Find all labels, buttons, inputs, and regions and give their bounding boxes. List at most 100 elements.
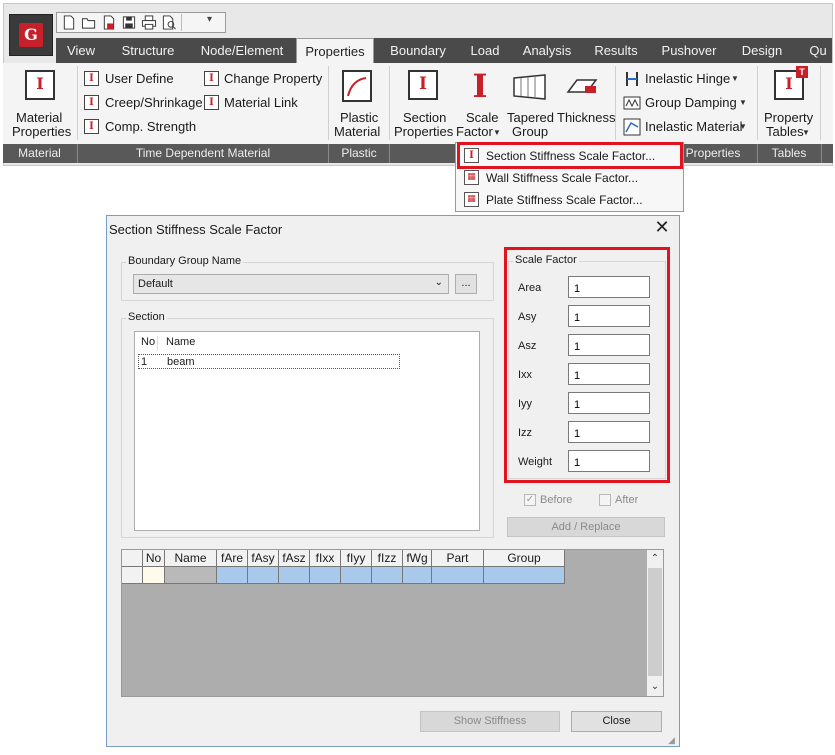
grid-cell-group[interactable] <box>484 567 565 584</box>
add-replace-button[interactable]: Add / Replace <box>507 517 665 537</box>
menu-item-label: Plate Stiffness Scale Factor... <box>486 193 643 207</box>
open-recent-icon[interactable] <box>101 15 117 30</box>
property-tables-button[interactable]: I T Property Tables ▼ <box>762 66 818 140</box>
tab-structure[interactable]: Structure <box>108 38 188 63</box>
scale-factor-dropdown-icon: ▼ <box>493 128 501 137</box>
grid-header-fizz: fIzz <box>372 550 403 567</box>
grid-cell-fwg[interactable] <box>403 567 432 584</box>
grid-cell-fiyy[interactable] <box>341 567 372 584</box>
print-preview-icon[interactable] <box>161 15 177 30</box>
tapered-group-button[interactable]: Tapered Group <box>507 66 554 140</box>
section-properties-label-1: Section <box>403 110 447 125</box>
comp-strength-button[interactable]: I Comp. Strength <box>84 118 200 136</box>
table-row[interactable]: 1 beam <box>138 354 400 369</box>
grid-header-part: Part <box>432 550 484 567</box>
grid-header-name: Name <box>165 550 217 567</box>
property-tables-dropdown-icon: ▼ <box>802 128 810 137</box>
grid-header-fasz: fAsz <box>279 550 310 567</box>
ribbon-separator <box>820 66 821 140</box>
grid-cell-part[interactable] <box>432 567 484 584</box>
boundary-group-select[interactable]: Default ⌄ <box>133 274 449 294</box>
tab-load[interactable]: Load <box>460 38 510 63</box>
app-logo-button[interactable]: G <box>9 14 53 56</box>
inelastic-hinge-button[interactable]: Inelastic Hinge ▼ <box>623 70 757 88</box>
grid-header-fixx: fIxx <box>310 550 341 567</box>
tab-pushover[interactable]: Pushover <box>652 38 726 63</box>
tab-results[interactable]: Results <box>584 38 648 63</box>
ribbon-separator <box>328 66 329 140</box>
material-properties-label-1: Material <box>16 110 63 125</box>
scroll-down-icon[interactable]: ⌄ <box>647 680 663 694</box>
tab-view[interactable]: View <box>56 38 106 63</box>
close-button[interactable]: Close <box>571 711 662 732</box>
scale-factor-table[interactable]: No Name fAre fAsy fAsz fIxx fIyy fIzz fW… <box>121 549 664 697</box>
before-checkbox[interactable]: ✓ <box>524 494 536 506</box>
boundary-group-browse-button[interactable]: ... <box>455 274 477 294</box>
group-label-plastic: Plastic <box>341 146 377 160</box>
scale-factor-button[interactable]: I Scale Factor ▼ <box>455 66 505 140</box>
grid-cell-fare[interactable] <box>217 567 248 584</box>
new-file-icon[interactable] <box>61 15 77 30</box>
tab-analysis[interactable]: Analysis <box>512 38 582 63</box>
before-label: Before <box>540 494 573 506</box>
plastic-material-label-1: Plastic <box>340 110 379 125</box>
save-icon[interactable] <box>121 15 137 30</box>
grid-cell-fasy[interactable] <box>248 567 279 584</box>
open-folder-icon[interactable] <box>81 15 97 30</box>
boundary-group-legend: Boundary Group Name <box>126 255 244 267</box>
section-properties-label-2: Properties <box>394 124 454 139</box>
group-damping-label: Group Damping <box>645 95 737 110</box>
group-damping-dropdown-icon: ▼ <box>739 98 747 107</box>
inelastic-material-button[interactable]: Inelastic Material ▼ <box>623 118 757 136</box>
grid-cell-fasz[interactable] <box>279 567 310 584</box>
tab-design[interactable]: Design <box>730 38 794 63</box>
grid-cell-name[interactable] <box>165 567 217 584</box>
thickness-button[interactable]: Thickness <box>555 66 616 140</box>
section-list[interactable]: No Name 1 beam <box>134 331 480 531</box>
material-link-label: Material Link <box>224 95 298 110</box>
ribbon-separator <box>615 66 616 140</box>
creep-shrinkage-button[interactable]: I Creep/Shrinkage <box>84 94 203 112</box>
show-stiffness-button[interactable]: Show Stiffness <box>420 711 560 732</box>
material-properties-button[interactable]: I Material Properties <box>10 66 71 140</box>
inelastic-material-label: Inelastic Material <box>645 119 743 134</box>
scroll-up-icon[interactable]: ⌃ <box>647 552 663 566</box>
menu-item-plate-stiffness[interactable]: ▦ Plate Stiffness Scale Factor... <box>456 189 683 211</box>
tab-query[interactable]: Qu <box>804 38 832 63</box>
section-properties-button[interactable]: I Section Properties <box>394 66 454 140</box>
grid-cell-fizz[interactable] <box>372 567 403 584</box>
user-define-button[interactable]: I User Define <box>84 70 200 88</box>
tab-properties[interactable]: Properties <box>296 38 374 64</box>
section-row-name: beam <box>167 356 195 368</box>
scroll-thumb[interactable] <box>648 568 662 676</box>
plastic-material-button[interactable]: Plastic Material <box>332 66 386 140</box>
material-link-button[interactable]: I Material Link <box>204 94 322 112</box>
grid-header-fiyy: fIyy <box>341 550 372 567</box>
tapered-group-label-1: Tapered <box>507 110 554 125</box>
ribbon-tab-bar: View Structure Node/Element Properties B… <box>56 38 832 64</box>
close-icon[interactable]: ✕ <box>652 216 672 238</box>
grid-cell-no[interactable] <box>143 567 165 584</box>
grid-header-fare: fAre <box>217 550 248 567</box>
grid-cell-fixx[interactable] <box>310 567 341 584</box>
group-damping-button[interactable]: Group Damping ▼ <box>623 94 757 112</box>
ribbon-separator <box>757 66 758 140</box>
section-col-no: No <box>141 336 156 348</box>
scale-factor-highlight-box <box>504 247 670 483</box>
ribbon-separator <box>77 66 78 140</box>
after-checkbox[interactable] <box>599 494 611 506</box>
property-tables-label-1: Property <box>764 110 814 125</box>
print-icon[interactable] <box>141 15 157 30</box>
tab-node-element[interactable]: Node/Element <box>190 38 294 63</box>
creep-shrinkage-label: Creep/Shrinkage <box>105 95 203 110</box>
material-properties-icon: I <box>25 70 55 100</box>
tab-boundary[interactable]: Boundary <box>378 38 458 63</box>
resize-grip-icon[interactable]: ◢ <box>668 735 675 746</box>
change-property-button[interactable]: I Change Property <box>204 70 322 88</box>
grid-row-header[interactable] <box>122 567 143 584</box>
menu-item-wall-stiffness[interactable]: ▦ Wall Stiffness Scale Factor... <box>456 167 683 189</box>
grid-vertical-scrollbar[interactable]: ⌃ ⌄ <box>647 550 663 696</box>
qat-customize-icon[interactable]: ▾ <box>207 14 212 25</box>
dialog-title: Section Stiffness Scale Factor <box>109 222 283 237</box>
change-property-label: Change Property <box>224 71 323 86</box>
